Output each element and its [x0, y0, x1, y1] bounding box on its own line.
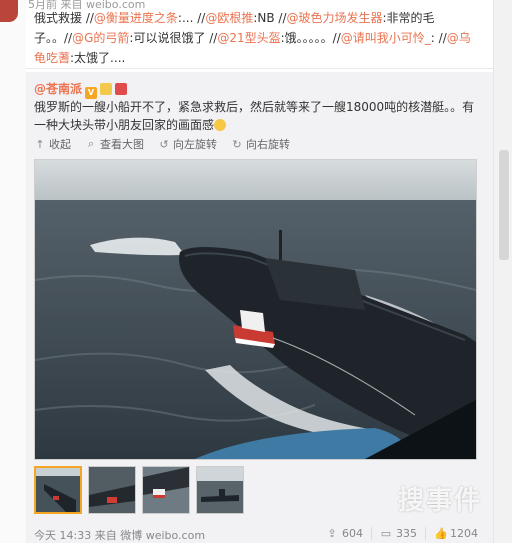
view-large-label: 查看大图 — [100, 138, 144, 151]
share-button[interactable]: ⇪ 604 — [318, 527, 371, 540]
comment-icon: ▭ — [380, 527, 392, 540]
rotate-left-button[interactable]: ↺ 向左旋转 — [158, 136, 217, 152]
post-time-source: 今天 14:33 来自 微博 weibo.com — [34, 527, 205, 543]
comment-segment: :太饿了.... — [70, 51, 126, 65]
mention-link[interactable]: @21型头盔 — [217, 31, 280, 45]
thumbnail-3[interactable] — [142, 466, 190, 514]
rotate-left-label: 向左旋转 — [173, 138, 217, 151]
author-name[interactable]: @苍南派 — [34, 82, 82, 96]
scrollbar[interactable] — [493, 0, 512, 543]
post-time[interactable]: 今天 14:33 — [34, 529, 91, 542]
comment-segment: :NB // — [253, 11, 287, 25]
image-actions: ↑ 收起 ⌕ 查看大图 ↺ 向左旋转 ↻ 向右旋转 — [34, 136, 290, 152]
rotate-right-label: 向右旋转 — [246, 138, 290, 151]
search-icon: ⌕ — [87, 137, 95, 150]
submarine-photo[interactable] — [34, 159, 477, 460]
share-count: 604 — [342, 527, 363, 540]
comment-segment: :饿。。。。。// — [280, 31, 341, 45]
from-label: 来自 — [94, 529, 117, 542]
gift-icon — [115, 83, 128, 95]
collapse-button[interactable]: ↑ 收起 — [34, 136, 71, 152]
share-icon: ⇪ — [327, 527, 337, 540]
thumbs-up-icon: 👍 — [434, 527, 448, 540]
laugh-emoji-icon — [214, 119, 227, 131]
mention-link[interactable]: @衡量进度之条 — [94, 11, 178, 25]
view-large-button[interactable]: ⌕ 查看大图 — [85, 136, 144, 152]
comment-segment: :可以说很饿了 // — [129, 31, 218, 45]
like-button[interactable]: 👍 1204 — [425, 527, 486, 540]
divider — [26, 68, 493, 69]
avatar[interactable] — [0, 0, 18, 22]
mention-link[interactable]: @玻色力场发生器 — [286, 11, 382, 25]
thumbs-up-icon — [100, 83, 113, 95]
up-arrow-icon: ↑ — [35, 137, 45, 151]
repost-comment: 俄式救援 //@衡量进度之条:... //@欧根推:NB //@玻色力场发生器:… — [34, 8, 474, 68]
forward-text: 俄罗斯的一艘小船开不了，紧急求救后，然后就等来了一艘18000吨的核潜艇。。有一… — [34, 98, 486, 134]
scrollbar-thumb[interactable] — [499, 150, 509, 260]
collapse-label: 收起 — [49, 138, 71, 151]
forward-author[interactable]: @苍南派 V — [34, 80, 128, 99]
mention-link[interactable]: @欧根推 — [205, 11, 253, 25]
comment-button[interactable]: ▭ 335 — [371, 527, 425, 540]
rotate-right-button[interactable]: ↻ 向右旋转 — [231, 136, 290, 152]
thumbnail-2[interactable] — [88, 466, 136, 514]
mention-link[interactable]: @G的弓箭 — [72, 31, 129, 45]
thumbnail-1[interactable] — [34, 466, 82, 514]
thumbnail-strip — [34, 466, 244, 514]
watermark: 搜事件 — [398, 486, 483, 516]
post-stats: ⇪ 604 ▭ 335 👍 1204 — [318, 527, 486, 540]
post-source[interactable]: 微博 weibo.com — [120, 529, 205, 542]
comment-count: 335 — [396, 527, 417, 540]
comment-segment: : // — [430, 31, 447, 45]
rotate-left-icon: ↺ — [159, 137, 169, 151]
rotate-right-icon: ↻ — [232, 137, 242, 151]
mention-link[interactable]: @请叫我小可怜_ — [341, 31, 431, 45]
like-count: 1204 — [450, 527, 478, 540]
thumbnail-4[interactable] — [196, 466, 244, 514]
comment-prefix: 俄式救援 // — [34, 11, 94, 25]
forwarded-post: @苍南派 V 俄罗斯的一艘小船开不了，紧急求救后，然后就等来了一艘18000吨的核… — [26, 72, 494, 543]
forward-text-body: 俄罗斯的一艘小船开不了，紧急求救后，然后就等来了一艘18000吨的核潜艇。。有一… — [34, 100, 475, 132]
comment-segment: :... // — [177, 11, 206, 25]
left-margin — [0, 0, 26, 543]
